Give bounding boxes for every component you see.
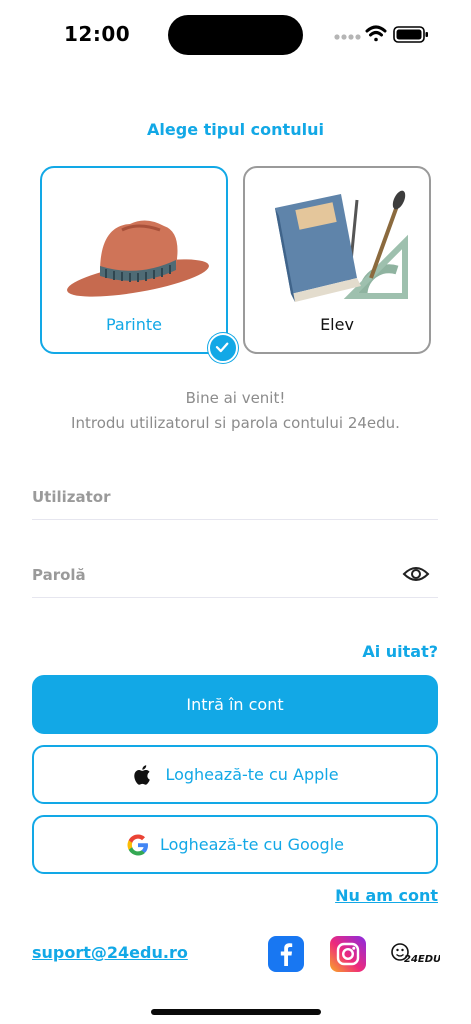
eye-icon[interactable] bbox=[402, 564, 430, 584]
google-icon bbox=[127, 834, 148, 855]
account-type-student-card[interactable]: Elev bbox=[243, 166, 431, 354]
apple-login-label: Loghează-te cu Apple bbox=[165, 765, 339, 784]
battery-icon bbox=[393, 26, 428, 43]
login-button[interactable]: Intră în cont bbox=[32, 675, 438, 734]
account-type-title: Alege tipul contului bbox=[147, 120, 324, 139]
dynamic-island bbox=[168, 15, 303, 55]
home-indicator bbox=[151, 1009, 321, 1015]
welcome-heading: Bine ai venit! bbox=[185, 389, 286, 407]
instagram-button[interactable] bbox=[330, 936, 366, 972]
instagram-icon bbox=[336, 942, 360, 966]
forgot-password-link[interactable]: Ai uitat? bbox=[340, 642, 438, 661]
hat-illustration bbox=[67, 220, 209, 297]
username-field bbox=[32, 480, 438, 520]
welcome-instructions: Introdu utilizatorul si parola contului … bbox=[71, 414, 400, 432]
check-icon bbox=[215, 342, 229, 353]
book-illustration bbox=[275, 190, 408, 302]
account-type-parent-label: Parinte bbox=[105, 315, 162, 334]
24edu-logo-text: 24EDU bbox=[404, 954, 440, 965]
facebook-button[interactable] bbox=[268, 936, 304, 972]
login-button-label: Intră în cont bbox=[186, 695, 284, 714]
apple-icon bbox=[134, 764, 151, 785]
selected-check-badge bbox=[208, 333, 238, 363]
signal-icon bbox=[334, 34, 361, 40]
status-time: 12:00 bbox=[64, 22, 131, 46]
password-input[interactable] bbox=[32, 560, 392, 590]
status-icons bbox=[334, 25, 428, 43]
account-type-parent-card[interactable]: Parinte bbox=[40, 166, 228, 354]
password-field bbox=[32, 558, 438, 598]
google-login-button[interactable]: Loghează-te cu Google bbox=[32, 815, 438, 874]
wifi-icon bbox=[365, 25, 387, 42]
24edu-logo-mark: 24EDU bbox=[391, 943, 441, 965]
apple-login-button[interactable]: Loghează-te cu Apple bbox=[32, 745, 438, 804]
support-email-link[interactable]: suport@24edu.ro bbox=[32, 943, 188, 962]
status-bar: 12:00 bbox=[0, 0, 471, 70]
account-type-student-label: Elev bbox=[320, 315, 354, 334]
google-login-label: Loghează-te cu Google bbox=[160, 835, 344, 854]
no-account-link[interactable]: Nu am cont bbox=[300, 886, 438, 905]
username-input[interactable] bbox=[32, 482, 392, 512]
facebook-icon bbox=[280, 943, 293, 966]
24edu-logo: 24EDU bbox=[390, 938, 441, 972]
